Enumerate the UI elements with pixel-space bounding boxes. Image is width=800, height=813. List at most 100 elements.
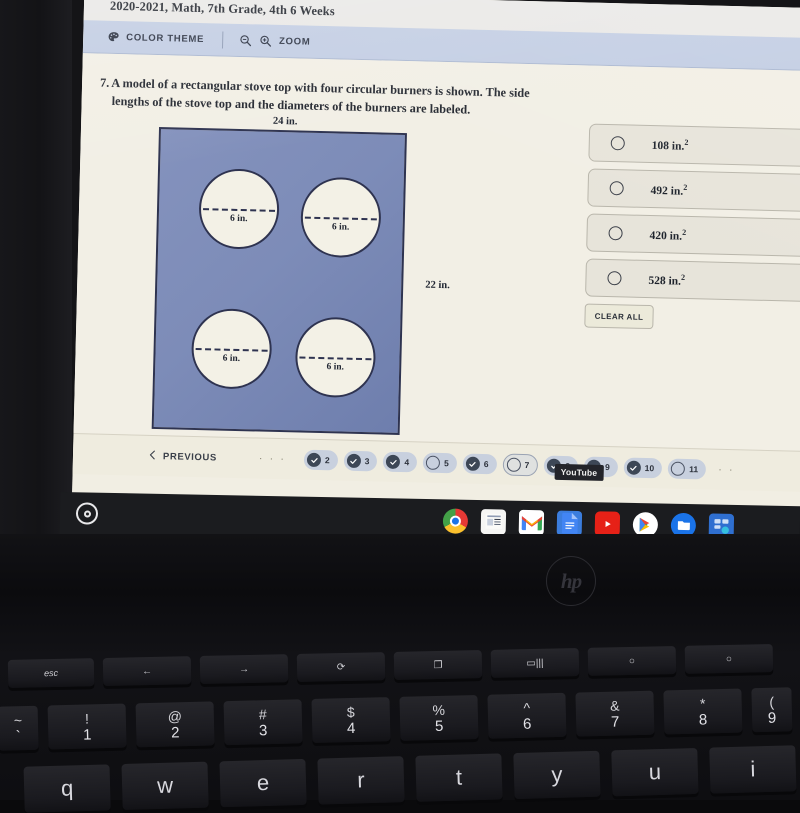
key-2[interactable]: @ 2 [136,701,215,747]
google-docs-icon[interactable] [557,510,582,535]
page-item-6[interactable]: 6 [463,454,497,475]
chevron-left-icon [149,449,156,462]
key-forward-arrow[interactable]: → [200,654,289,684]
key-i[interactable]: i [709,745,796,793]
key-3[interactable]: # 3 [224,699,303,745]
key-e[interactable]: e [219,759,306,807]
question-content: 7.A model of a rectangular stove top wit… [74,53,800,451]
radio-icon[interactable] [610,181,624,195]
key-q[interactable]: q [24,764,111,812]
page-number: 2 [325,455,330,465]
answer-option-4[interactable]: 528 in.2 [585,258,800,302]
answer-option-3[interactable]: 420 in.2 [586,213,800,257]
burner-3: 6 in. [191,308,273,390]
hp-logo: hp [546,556,596,606]
page-item-4[interactable]: 4 [383,452,417,473]
check-icon [307,453,321,467]
burner-1-diameter-line [203,208,275,212]
page-title: 2020-2021, Math, 7th Grade, 4th 6 Weeks [110,0,335,19]
keyboard-letter-row: q w e r t y u i [24,745,797,813]
clear-all-button[interactable]: CLEAR ALL [584,303,654,329]
key-4[interactable]: $ 4 [311,697,390,743]
key-u[interactable]: u [611,748,698,796]
key-brightness-down[interactable]: ○ [588,646,677,676]
page-item-10[interactable]: 10 [624,457,663,478]
chrome-icon[interactable] [443,508,468,533]
answer-option-1-label: 108 in.2 [652,137,689,153]
key-t[interactable]: t [415,753,502,801]
check-icon [466,457,480,471]
page-item-7-current[interactable]: 7 [502,454,538,477]
launcher-button[interactable] [76,502,98,524]
key-backtick[interactable]: ~ ` [0,706,39,751]
burner-1-label: 6 in. [201,213,277,225]
circle-empty-icon [671,462,685,476]
key-5[interactable]: % 5 [399,695,478,741]
youtube-icon[interactable] [595,511,620,536]
previous-label: PREVIOUS [163,451,217,463]
key-y[interactable]: y [513,751,600,799]
radio-icon[interactable] [608,226,622,240]
page-number: 3 [365,456,370,466]
page-item-3[interactable]: 3 [343,451,377,472]
page-number: 10 [645,463,655,473]
question-number: 7. [100,76,110,90]
key-reload[interactable]: ⟳ [297,652,386,682]
zoom-in-icon[interactable] [259,34,272,47]
key-r[interactable]: r [317,756,404,804]
screen-bezel-left [0,0,72,540]
answer-option-2-label: 492 in.2 [650,182,687,198]
color-theme-label: COLOR THEME [126,32,204,45]
key-8[interactable]: * 8 [663,689,742,735]
burner-3-label: 6 in. [193,353,269,365]
page-item-5[interactable]: 5 [423,453,457,474]
key-9[interactable]: ( 9 [751,687,792,732]
browser-page: 2020-2021, Math, 7th Grade, 4th 6 Weeks [72,0,800,514]
toolbar-divider [222,31,223,48]
pagination-leading-ellipsis[interactable]: · · · [259,453,286,466]
page-number: 6 [484,459,489,469]
burner-2-diameter-line [305,217,377,221]
burner-4-diameter-line [299,357,371,361]
gmail-icon[interactable] [519,509,544,534]
check-icon [627,461,641,475]
answer-options: 108 in.2 492 in.2 420 in.2 528 in.2 CL [584,124,800,334]
zoom-out-icon[interactable] [239,33,252,46]
stove-rectangle: 6 in. 6 in. 6 in. 6 in. [152,127,407,435]
answer-option-3-label: 420 in.2 [649,227,686,243]
keyboard-function-row: esc ← → ⟳ ❐ ▭||| ○ ○ [8,644,773,688]
diagram-height-label: 22 in. [425,280,450,292]
zoom-controls: ZOOM [239,33,311,48]
key-brightness-up[interactable]: ○ [685,644,774,674]
radio-icon[interactable] [607,271,621,285]
page-number: 4 [404,457,409,467]
page-item-11[interactable]: 11 [668,459,706,480]
pagination: 2 3 4 [304,449,735,482]
stove-top-diagram: 24 in. 22 in. 6 in. 6 in. [151,113,489,446]
answer-option-4-label: 528 in.2 [648,272,685,288]
key-overview[interactable]: ▭||| [491,648,580,678]
key-6[interactable]: ^ 6 [487,693,566,739]
news-app-icon[interactable] [481,509,506,534]
pagination-trailing-ellipsis[interactable]: · · [718,464,735,476]
page-item-2[interactable]: 2 [304,450,338,471]
key-esc[interactable]: esc [8,658,95,688]
key-back-arrow[interactable]: ← [103,656,192,686]
color-theme-button[interactable]: COLOR THEME [107,30,204,45]
circle-empty-icon [426,456,440,470]
youtube-tooltip: YouTube [555,464,604,481]
answer-option-1[interactable]: 108 in.2 [588,124,800,168]
radio-icon[interactable] [611,136,625,150]
page-number: 9 [605,462,610,472]
laptop-deck: hp esc ← → ⟳ ❐ ▭||| ○ ○ ~ ` ! 1 [0,534,800,800]
key-1[interactable]: ! 1 [48,704,127,750]
keyboard: esc ← → ⟳ ❐ ▭||| ○ ○ ~ ` ! 1 @ [0,652,800,800]
previous-button[interactable]: PREVIOUS [149,449,217,464]
answer-option-2[interactable]: 492 in.2 [587,169,800,213]
burner-2-label: 6 in. [303,222,379,234]
key-w[interactable]: w [121,762,208,810]
key-7[interactable]: & 7 [575,691,654,737]
key-fullscreen[interactable]: ❐ [394,650,483,680]
burner-4-label: 6 in. [297,361,373,373]
circle-empty-icon [506,458,520,472]
